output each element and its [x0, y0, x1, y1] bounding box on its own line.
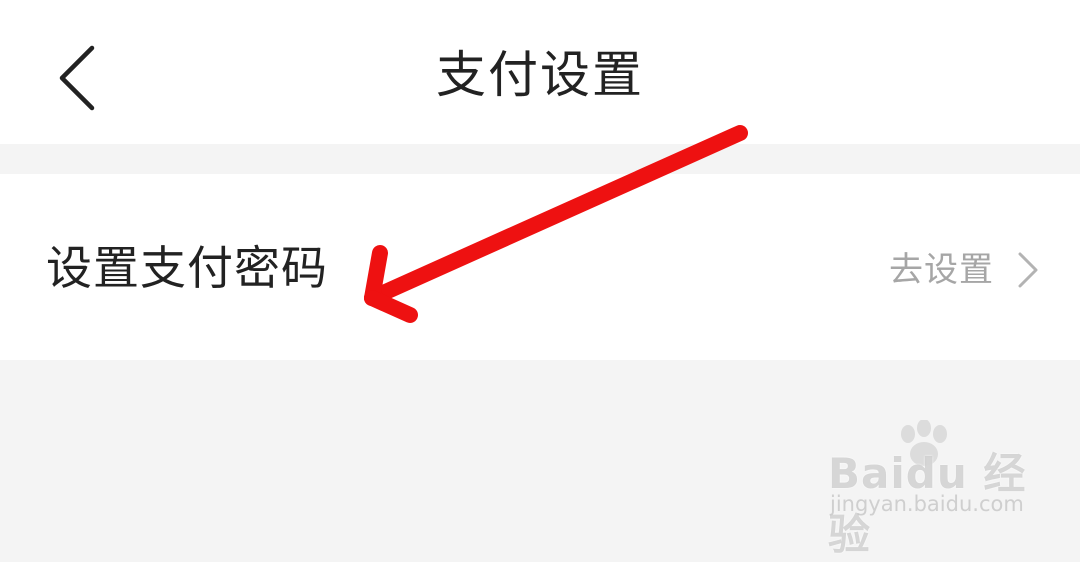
watermark-logo-text: Baidu 经验 [828, 449, 1027, 559]
watermark-url: jingyan.baidu.com [830, 492, 1024, 516]
baidu-jingyan-watermark: Baidu 经验 jingyan.baidu.com [828, 420, 1058, 559]
paw-logo-icon [901, 420, 947, 466]
chevron-right-icon [1016, 250, 1040, 290]
top-navigation-bar: 支付设置 [0, 0, 1080, 144]
go-set-action[interactable]: 去设置 [889, 250, 1040, 290]
go-set-label: 去设置 [889, 250, 994, 290]
page-title: 支付设置 [436, 46, 644, 104]
set-payment-password-label: 设置支付密码 [46, 241, 328, 295]
set-payment-password-row[interactable]: 设置支付密码 去设置 [0, 174, 1080, 360]
